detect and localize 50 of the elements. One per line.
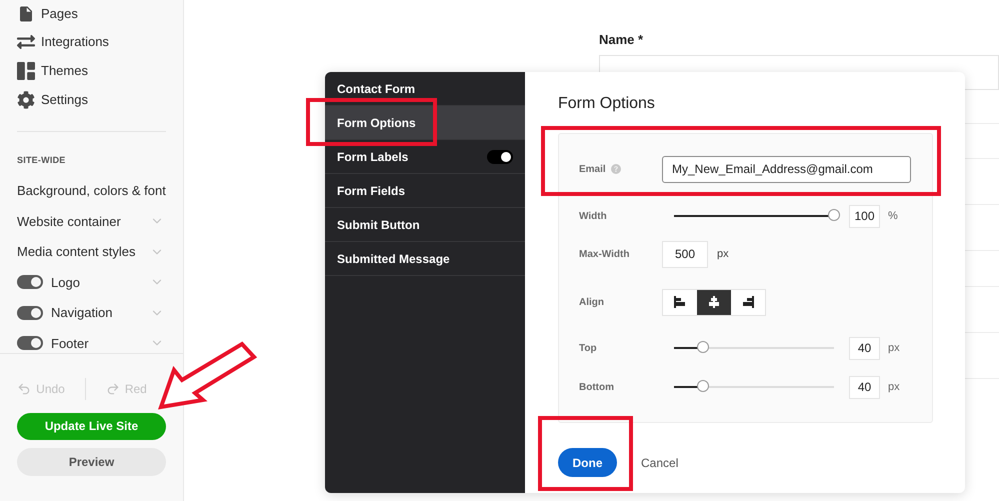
menu-item[interactable]: Submit Button (325, 208, 525, 242)
field-label: Bottom (579, 380, 614, 394)
sidebar-item[interactable]: Background, colors & font (17, 181, 166, 200)
section-title: SITE-WIDE (16, 154, 67, 167)
field-label: Top (579, 342, 597, 356)
undo-icon (17, 382, 32, 396)
done-button[interactable]: Done (558, 448, 617, 477)
sidebar-item[interactable]: Website container (17, 212, 150, 231)
file-icon (17, 5, 35, 23)
settings-icon (17, 91, 35, 109)
unit-label: px (888, 380, 900, 395)
sidebar-item[interactable]: Media content styles (17, 242, 150, 262)
field-label: Align (579, 296, 604, 310)
unit-label: px (888, 340, 900, 356)
nav-item[interactable]: Integrations (41, 32, 109, 52)
align-right-icon (741, 295, 755, 309)
field-label: Email (579, 162, 606, 176)
preview-button[interactable]: Preview (17, 448, 166, 476)
field-label: Max-Width (579, 248, 630, 262)
number-field[interactable]: 40 (849, 376, 880, 398)
toggle-switch[interactable] (17, 275, 43, 290)
align-center-icon (707, 295, 721, 309)
sidebar-item[interactable]: Navigation (51, 303, 150, 322)
toggle-switch[interactable] (487, 150, 513, 164)
dialog-title: Form Options (558, 94, 656, 114)
menu-item[interactable]: Form Fields (325, 174, 525, 208)
unit-label: px (717, 246, 729, 262)
nav-item[interactable]: Settings (41, 90, 88, 110)
toggle-switch[interactable] (17, 336, 43, 350)
cancel-button[interactable]: Cancel (641, 454, 678, 472)
unit-label: % (888, 208, 898, 224)
number-field[interactable]: 500 (662, 240, 708, 268)
grid-icon (17, 62, 35, 80)
align-left-icon (673, 295, 687, 309)
menu-item[interactable]: Form Options (325, 106, 525, 140)
nav-item[interactable]: Themes (41, 61, 88, 81)
number-field[interactable]: 100 (849, 204, 880, 228)
field-label: Name * (599, 31, 644, 49)
align-button[interactable] (697, 290, 731, 314)
email-field[interactable]: My_New_Email_Address@gmail.com (662, 156, 911, 182)
menu-item[interactable]: Submitted Message (325, 242, 525, 276)
sidebar-item[interactable]: Footer (51, 334, 150, 352)
redo-icon (106, 382, 120, 396)
nav-item[interactable]: Pages (41, 4, 78, 24)
swap-icon (17, 33, 35, 51)
number-field[interactable]: 40 (849, 336, 880, 360)
field-label: Width (579, 210, 607, 224)
sidebar-item[interactable]: Logo (51, 272, 150, 292)
toggle-switch[interactable] (17, 306, 43, 320)
menu-item[interactable]: Form Labels (325, 140, 525, 174)
